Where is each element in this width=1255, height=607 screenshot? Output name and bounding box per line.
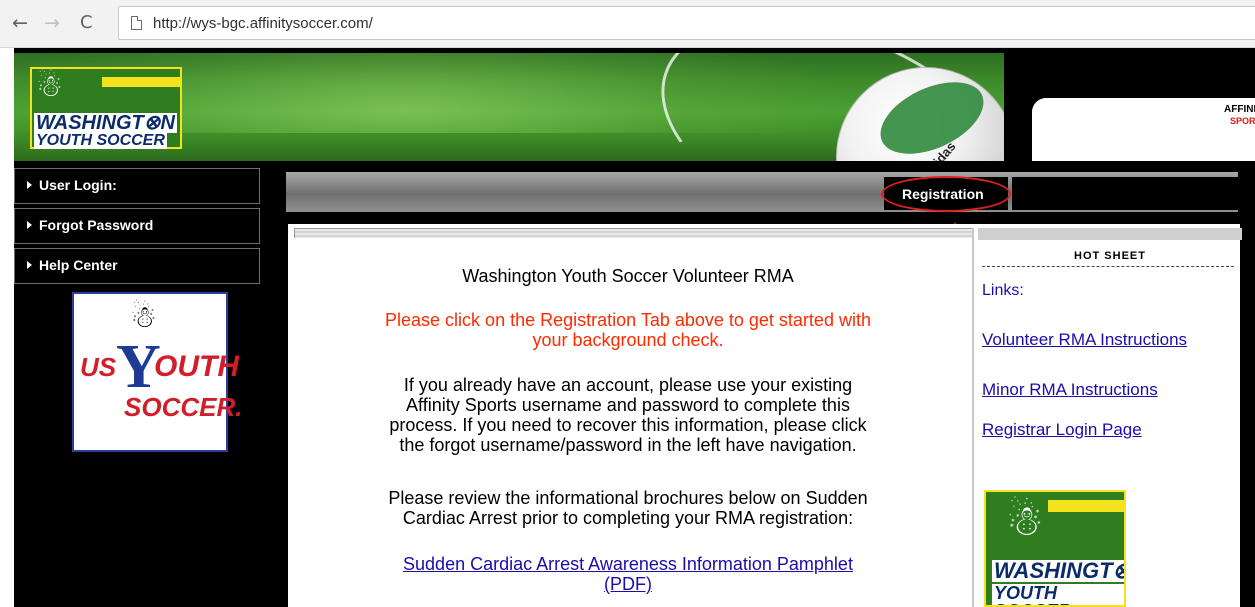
para1-line2: Affinity Sports username and password to… [406,395,850,415]
wys-header-logo[interactable]: ☃ WASHINGT⊗N YOUTH SOCCER [30,67,182,149]
logo-line2: YOUTH SOCCER [992,584,1124,605]
sidebar-arrow-icon [27,261,32,269]
left-sidebar: User Login: Forgot Password Help Center … [14,168,260,458]
content-top-bar [294,228,974,238]
affinity-logo-box[interactable]: AFFINITY SPORTS [1032,98,1255,161]
site-header: adidas ☃ WASHINGT⊗N YOUTH SOCCER AFFINIT… [14,53,1255,161]
para1-line4: the forgot username/password in the left… [399,435,857,455]
para2-line1: Please review the informational brochure… [388,488,868,508]
links-heading: Links: [982,282,1024,299]
hot-sheet-title-text: Hot Sheet [1074,250,1146,262]
hot-sheet-top-bar [978,228,1242,240]
logo-stripe [1048,500,1124,512]
hot-sheet-title: Hot Sheet [978,250,1242,262]
forward-arrow-icon[interactable]: → [44,12,60,34]
tab-registration-label: Registration [902,186,984,202]
top-nav-bar: Registration [286,172,1238,212]
url-text[interactable]: http://wys-bgc.affinitysoccer.com/ [153,15,373,32]
brochure-instructions: Please review the informational brochure… [288,488,968,528]
sidebar-arrow-icon [27,221,32,229]
notice-line2: your background check. [532,330,724,350]
back-arrow-icon[interactable]: ← [12,12,28,34]
tab-empty [1012,177,1238,210]
sidebar-item-user-login[interactable]: User Login: [14,168,260,204]
logo-stripe [102,77,182,87]
logo-line1: WASHINGT⊗N [992,560,1124,582]
sidebar-arrow-icon [27,181,32,189]
registration-notice: Please click on the Registration Tab abo… [288,310,968,350]
logo-line1: WASHINGT⊗N [34,112,177,134]
link-volunteer-rma-instructions[interactable]: Volunteer RMA Instructions [982,330,1187,350]
address-bar[interactable]: http://wys-bgc.affinitysoccer.com/ [118,6,1255,40]
account-instructions: If you already have an account, please u… [288,375,968,455]
affinity-logo-text: AFFINITY [1224,104,1255,115]
logo-line2: YOUTH SOCCER [34,132,167,149]
hot-sheet-panel: Hot Sheet Links: Volunteer RMA Instructi… [978,228,1242,607]
sidebar-item-label: Help Center [39,257,118,273]
sidebar-item-help-center[interactable]: Help Center [14,248,260,284]
link-registrar-login-page[interactable]: Registrar Login Page [982,420,1142,440]
browser-toolbar: ← → C http://wys-bgc.affinitysoccer.com/ [0,0,1255,48]
logo-kid-icon: ☃ [36,69,63,104]
wys-sidebar-logo[interactable]: ☃ WASHINGT⊗N YOUTH SOCCER [984,490,1126,607]
sidebar-item-label: Forgot Password [39,217,154,233]
page-icon [131,16,142,30]
main-content: Washington Youth Soccer Volunteer RMA Pl… [286,224,1242,607]
notice-line1: Please click on the Registration Tab abo… [385,310,871,330]
logo-kid-icon: ☃ [1006,496,1044,545]
tab-registration[interactable]: Registration [884,177,1008,210]
para1-line3: process. If you need to recover this inf… [389,415,867,435]
link-line1[interactable]: Sudden Cardiac Arrest Awareness Informat… [288,554,968,574]
reload-icon[interactable]: C [80,12,93,34]
sidebar-item-forgot-password[interactable]: Forgot Password [14,208,260,244]
usys-outh-text: OUTH [154,350,239,383]
usys-soccer-text: SOCCER. [124,392,243,422]
para1-line1: If you already have an account, please u… [403,375,853,395]
hot-sheet-divider [982,266,1234,267]
usys-kid-icon: ☃ [130,300,157,335]
link-line2[interactable]: (PDF) [288,574,968,594]
sidebar-item-label: User Login: [39,177,117,193]
us-youth-soccer-logo[interactable]: ☃ US Y OUTH SOCCER. [72,292,242,452]
column-divider [972,228,974,607]
usys-us-text: US [80,352,117,382]
sca-pamphlet-link[interactable]: Sudden Cardiac Arrest Awareness Informat… [288,554,968,594]
link-minor-rma-instructions[interactable]: Minor RMA Instructions [982,380,1158,400]
affinity-logo-subtext: SPORTS [1230,116,1255,126]
para2-line2: Cardiac Arrest prior to completing your … [402,508,854,528]
ball-panel [869,68,995,161]
page-title: Washington Youth Soccer Volunteer RMA [462,266,794,286]
